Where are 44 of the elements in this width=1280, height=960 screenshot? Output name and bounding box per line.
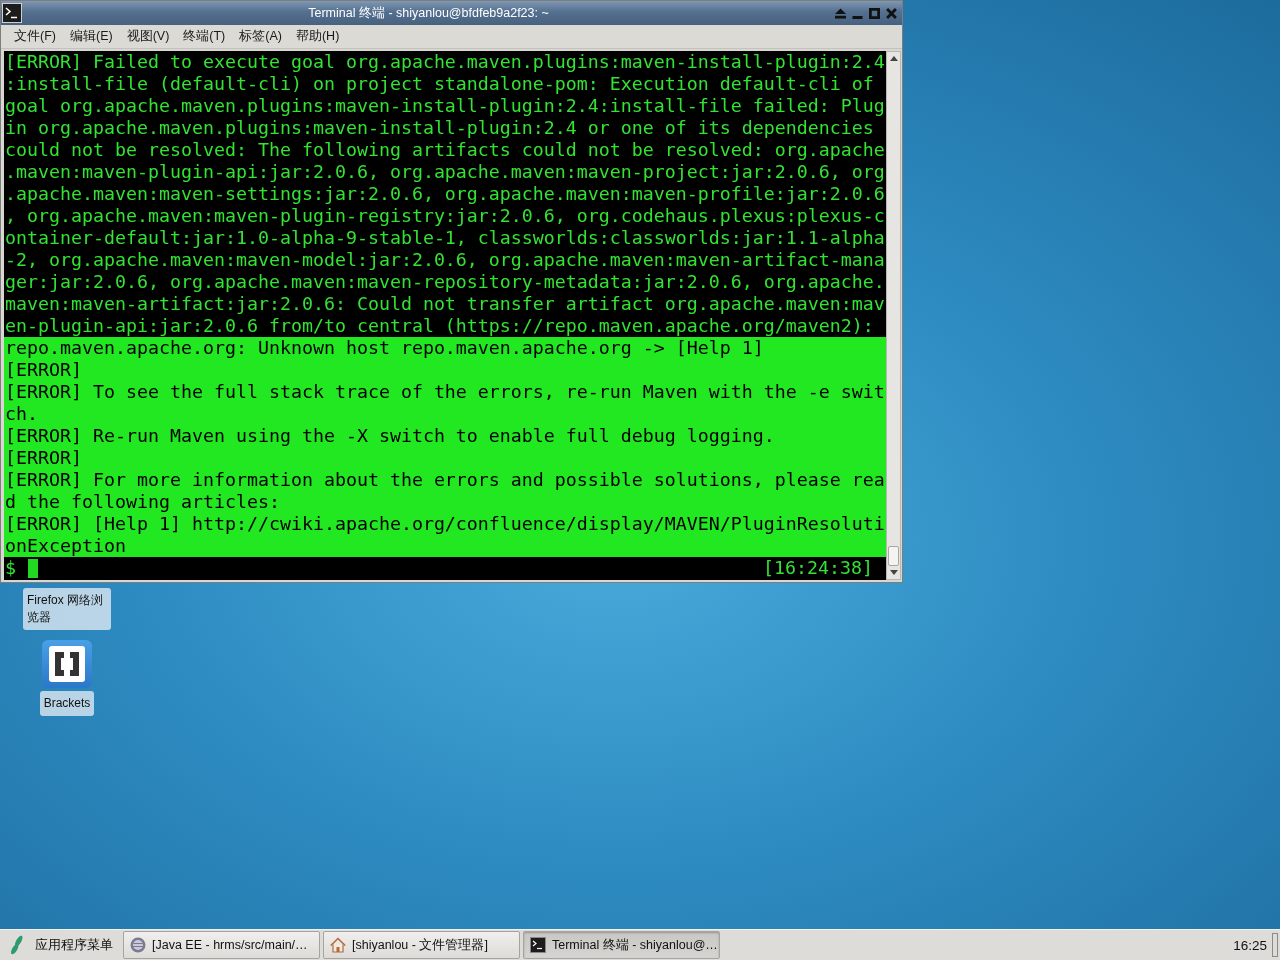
prompt-symbol: $ (5, 557, 16, 579)
down-arrow-icon[interactable] (889, 570, 898, 575)
terminal-line: maven:maven-artifact:jar:2.0.6: Could not transfer artifact org.apache.maven:mav (4, 293, 886, 315)
eject-icon[interactable] (835, 7, 846, 19)
terminal-icon (530, 937, 546, 953)
terminal-line: :install-file (default-cli) on project standalone-pom: Execution default-cli of (4, 73, 875, 95)
window-title: Terminal 终端 - shiyanlou@bfdfeb9a2f23: ~ (307, 4, 550, 22)
taskbar-button[interactable]: [Java EE - hrms/src/main/… (123, 931, 320, 959)
applications-menu-button[interactable]: 应用程序菜单 (9, 931, 119, 959)
terminal-line: ger:jar:2.0.6, org.apache.maven:maven-repository-metadata:jar:2.0.6, org.apache. (4, 271, 886, 293)
terminal-line: , org.apache.maven:maven-plugin-registry:jar:2.0.6, org.codehaus.plexus:plexus-c (4, 205, 886, 227)
terminal-line: .maven:maven-plugin-api:jar:2.0.6, org.apache.maven:maven-project:jar:2.0.6, org (4, 161, 886, 183)
scrollbar-thumb[interactable] (888, 546, 899, 566)
scrollbar[interactable] (886, 51, 901, 580)
brackets-icon[interactable] (42, 640, 92, 688)
terminal-line: .apache.maven:maven-settings:jar:2.0.6, org.apache.maven:maven-profile:jar:2.0.6 (4, 183, 886, 205)
terminal-icon[interactable] (2, 3, 22, 23)
clock: 16:25 (1233, 937, 1267, 953)
terminal-line: [ERROR] Failed to execute goal org.apache.maven.plugins:maven-install-plugin:2.4 (4, 51, 886, 73)
disc-icon (130, 937, 146, 953)
terminal-line: ontainer-default:jar:1.0-alpha-9-stable-1, classworlds:classworlds:jar:1.1-alpha (4, 227, 886, 249)
terminal-line: goal org.apache.maven.plugins:maven-install-plugin:2.4:install-file failed: Plug (4, 95, 886, 117)
menu-item[interactable]: 标签(A) (239, 28, 282, 45)
terminal-line: in org.apache.maven.plugins:maven-install-plugin:2.4 or one of its dependencies (4, 117, 875, 139)
house-icon (330, 937, 346, 953)
panel-handle[interactable] (1272, 933, 1278, 957)
close-icon[interactable] (886, 7, 897, 19)
desktop-icon-label[interactable]: Brackets (39, 691, 95, 716)
menu-item[interactable]: 文件(F) (14, 28, 56, 45)
terminal-line: -2, org.apache.maven:maven-model:jar:2.0.6, org.apache.maven:maven-artifact-mana (4, 249, 886, 271)
terminal-line: could not be resolved: The following artifacts could not be resolved: org.apache (4, 139, 886, 161)
menu-item[interactable]: 编辑(E) (69, 28, 113, 45)
timestamp: [16:24:38] (763, 557, 873, 579)
menu-item[interactable]: 视图(V) (126, 28, 170, 45)
up-arrow-icon[interactable] (889, 56, 898, 61)
text-cursor-icon (28, 558, 38, 578)
taskbar-button[interactable]: [shiyanlou - 文件管理器] (323, 931, 520, 959)
maximize-icon[interactable] (869, 7, 880, 19)
menu-item[interactable]: 帮助(H) (295, 28, 340, 45)
menu-item[interactable]: 终端(T) (183, 28, 226, 45)
leaf-icon (10, 935, 24, 955)
terminal-line: en-plugin-api:jar:2.0.6 from/to central (https://repo.maven.apache.org/maven2): (4, 315, 875, 337)
taskbar-button[interactable]: Terminal 终端 - shiyanlou@… (523, 931, 720, 959)
desktop-icon-label[interactable]: Firefox 网络浏览器 (23, 588, 111, 630)
